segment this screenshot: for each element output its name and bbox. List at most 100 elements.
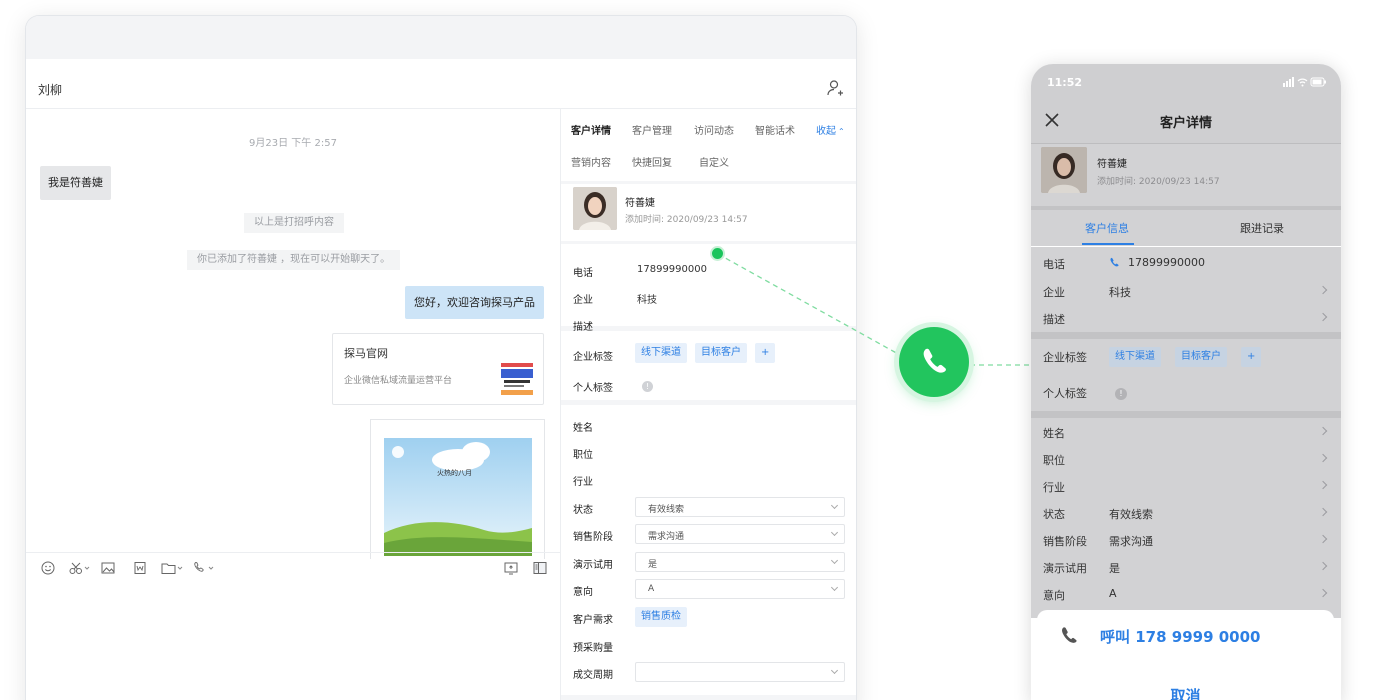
company-tags-label: 企业标签 [1043, 351, 1087, 364]
phone-call-icon[interactable] [193, 561, 217, 575]
field-intent-value: A [1109, 587, 1117, 600]
tag-target-customer[interactable]: 目标客户 [1175, 347, 1227, 367]
image-caption: 火热的八月 [437, 469, 472, 477]
phone-value: 17899990000 [1128, 256, 1205, 269]
add-tag-button[interactable]: + [1241, 347, 1262, 367]
field-stage-value: 需求沟通 [1109, 535, 1153, 548]
window-titlebar [26, 16, 856, 59]
field-name-label: 姓名 [1043, 427, 1065, 440]
tags-section: 企业标签 线下渠道 目标客户 + 个人标签 ! [561, 331, 856, 400]
tab-customer-manage[interactable]: 客户管理 [632, 122, 672, 137]
tab-visit-activity[interactable]: 访问动态 [694, 122, 734, 137]
chevron-right-icon [1318, 453, 1328, 463]
intent-select[interactable]: A [635, 579, 845, 599]
add-contact-icon[interactable] [826, 79, 844, 97]
emoji-icon[interactable] [41, 561, 55, 575]
collapse-button[interactable]: 收起 ⌃ [816, 122, 845, 137]
input-toolbar [26, 552, 560, 582]
scissors-icon[interactable] [69, 561, 91, 575]
chevron-right-icon [1318, 312, 1328, 322]
tab-smart-script[interactable]: 智能话术 [755, 122, 795, 137]
tag-target-customer[interactable]: 目标客户 [695, 343, 747, 363]
tab-customer-detail[interactable]: 客户详情 [571, 122, 611, 137]
active-tab-indicator [1082, 243, 1134, 245]
chat-messages[interactable]: 9月23日 下午 2:57 我是符善婕 以上是打招呼内容 你已添加了符善婕 ，现… [26, 109, 560, 559]
field-demo-value: 是 [1109, 562, 1120, 575]
cancel-label: 取消 [1170, 687, 1201, 700]
field-demo-row[interactable]: 演示试用 是 [1031, 553, 1341, 580]
company-tags-label: 企业标签 [573, 352, 613, 363]
company-row[interactable]: 企业 科技 [1031, 277, 1341, 304]
customer-profile: 符善婕 添加时间: 2020/09/23 14:57 [561, 184, 856, 241]
screen-share-icon[interactable] [504, 561, 518, 575]
field-status-label: 状态 [573, 505, 593, 516]
demand-tag[interactable]: 销售质检 [635, 607, 687, 627]
phone-highlight-dot [710, 246, 725, 261]
tab-customer-info[interactable]: 客户信息 [1085, 220, 1129, 236]
avatar [1041, 147, 1087, 193]
tab-quick-reply[interactable]: 快捷回复 [632, 154, 672, 169]
tag-offline-channel[interactable]: 线下渠道 [635, 343, 687, 363]
info-icon[interactable]: ! [642, 381, 653, 392]
tab-custom[interactable]: 自定义 [699, 154, 729, 169]
chevron-up-icon: ⌃ [838, 127, 845, 136]
company-label: 企业 [1043, 286, 1065, 299]
link-card-message[interactable]: 探马官网 企业微信私域流量运营平台 [332, 333, 544, 405]
desc-row[interactable]: 描述 [1031, 304, 1341, 331]
field-name-row[interactable]: 姓名 [1031, 418, 1341, 445]
sidebar-toggle-icon[interactable] [533, 561, 547, 575]
field-stage-row[interactable]: 销售阶段 需求沟通 [1031, 526, 1341, 553]
desktop-window: 刘柳 9月23日 下午 2:57 我是符善婕 以上是打招呼内容 你已添加了符善婕… [25, 15, 857, 700]
intent-select-value: A [648, 584, 655, 594]
status-select[interactable]: 有效线索 [635, 497, 845, 517]
cycle-select[interactable] [635, 662, 845, 682]
system-notice-greeting: 以上是打招呼内容 [244, 213, 344, 233]
message-input[interactable] [26, 582, 560, 700]
personal-tags-label: 个人标签 [573, 383, 613, 394]
chevron-down-icon [830, 583, 839, 592]
stage-select-value: 需求沟通 [648, 532, 685, 542]
phone-value[interactable]: 17899990000 [637, 264, 707, 275]
field-industry-row[interactable]: 行业 [1031, 472, 1341, 499]
field-intent-row[interactable]: 意向 A [1031, 580, 1341, 607]
cancel-button[interactable]: 取消 [1037, 668, 1334, 700]
chat-timestamp: 9月23日 下午 2:57 [249, 138, 337, 149]
page-title: 客户详情 [1159, 116, 1212, 131]
stage-select[interactable]: 需求沟通 [635, 524, 845, 544]
call-action-button[interactable]: 呼叫 178 9999 0000 [1037, 610, 1334, 661]
contact-section: 电话 17899990000 企业 科技 描述 [561, 244, 856, 333]
chevron-right-icon [1318, 588, 1328, 598]
add-tag-button[interactable]: + [755, 343, 776, 363]
signal-wifi-battery-icon [1283, 77, 1326, 87]
field-status-label: 状态 [1043, 508, 1065, 521]
image-message[interactable]: 火热的八月 [370, 419, 545, 559]
tags-section: 企业标签 线下渠道 目标客户 + 个人标签 ! [1031, 339, 1341, 411]
demo-select[interactable]: 是 [635, 552, 845, 572]
tag-offline-channel[interactable]: 线下渠道 [1109, 347, 1161, 367]
phone-row[interactable]: 电话 17899990000 [1031, 249, 1341, 276]
image-icon[interactable] [101, 561, 115, 575]
phone-label: 电话 [1043, 258, 1065, 271]
call-button[interactable] [899, 327, 969, 397]
nav-bar: 客户详情 [1031, 100, 1341, 144]
field-industry-label: 行业 [573, 477, 593, 488]
document-icon[interactable] [133, 561, 147, 575]
chevron-down-icon [830, 528, 839, 537]
tab-marketing-content[interactable]: 营销内容 [571, 154, 611, 169]
field-status-row[interactable]: 状态 有效线索 [1031, 499, 1341, 526]
field-stage-label: 销售阶段 [1043, 535, 1087, 548]
folder-icon[interactable] [161, 561, 185, 575]
info-icon[interactable]: ! [1115, 388, 1127, 400]
chevron-down-icon [830, 501, 839, 510]
incoming-message[interactable]: 我是符善婕 [40, 166, 111, 200]
outgoing-message[interactable]: 您好，欢迎咨询探马产品 [405, 286, 544, 319]
tab-follow-up[interactable]: 跟进记录 [1240, 220, 1284, 236]
mobile-phone: 11:52 客户详情 符善婕 添加时间: 2020/09/23 14:57 客户… [1031, 64, 1341, 700]
field-demo-label: 演示试用 [1043, 562, 1087, 575]
collapse-label: 收起 [816, 126, 836, 137]
company-value: 科技 [1109, 286, 1131, 299]
system-notice-added: 你已添加了符善婕 ，现在可以开始聊天了。 [187, 250, 401, 270]
field-position-row[interactable]: 职位 [1031, 445, 1341, 472]
detail-tabs: 客户信息 跟进记录 [1031, 210, 1341, 246]
chat-title: 刘柳 [38, 83, 63, 97]
